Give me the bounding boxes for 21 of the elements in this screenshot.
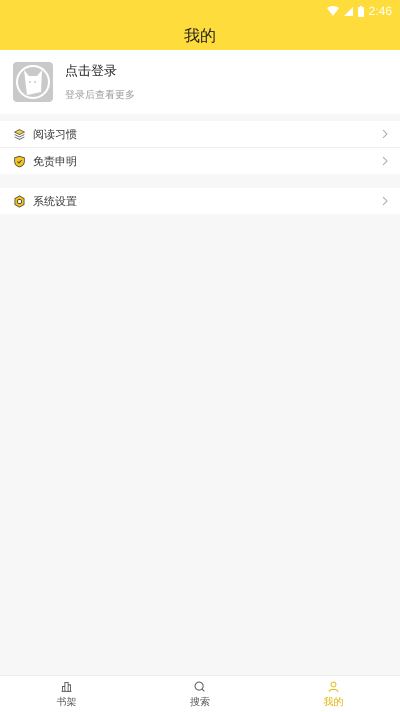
chevron-right-icon	[382, 156, 388, 166]
nav-tab[interactable]: 搜索	[133, 676, 267, 712]
avatar-icon[interactable]	[13, 62, 53, 102]
bar-chart-icon	[60, 680, 74, 692]
login-link[interactable]: 点击登录	[65, 62, 135, 80]
menu-item[interactable]: 免责申明	[33, 154, 375, 168]
signal-icon	[344, 6, 353, 16]
chevron-right-icon	[382, 129, 388, 139]
menu-item[interactable]: 阅读习惯	[33, 126, 375, 142]
nav-tab[interactable]: 书架	[0, 676, 134, 712]
search-icon	[193, 680, 206, 692]
wifi-icon	[326, 6, 339, 16]
status-time: 2:46	[368, 4, 392, 18]
page-title: 我的	[183, 24, 217, 46]
chevron-right-icon	[382, 196, 388, 206]
shield-icon	[13, 154, 26, 168]
gear-icon	[13, 194, 26, 208]
user-icon	[326, 680, 340, 692]
layers-icon	[13, 128, 26, 140]
login-hint: 登录后查看更多	[65, 88, 135, 102]
battery-icon	[358, 6, 364, 16]
